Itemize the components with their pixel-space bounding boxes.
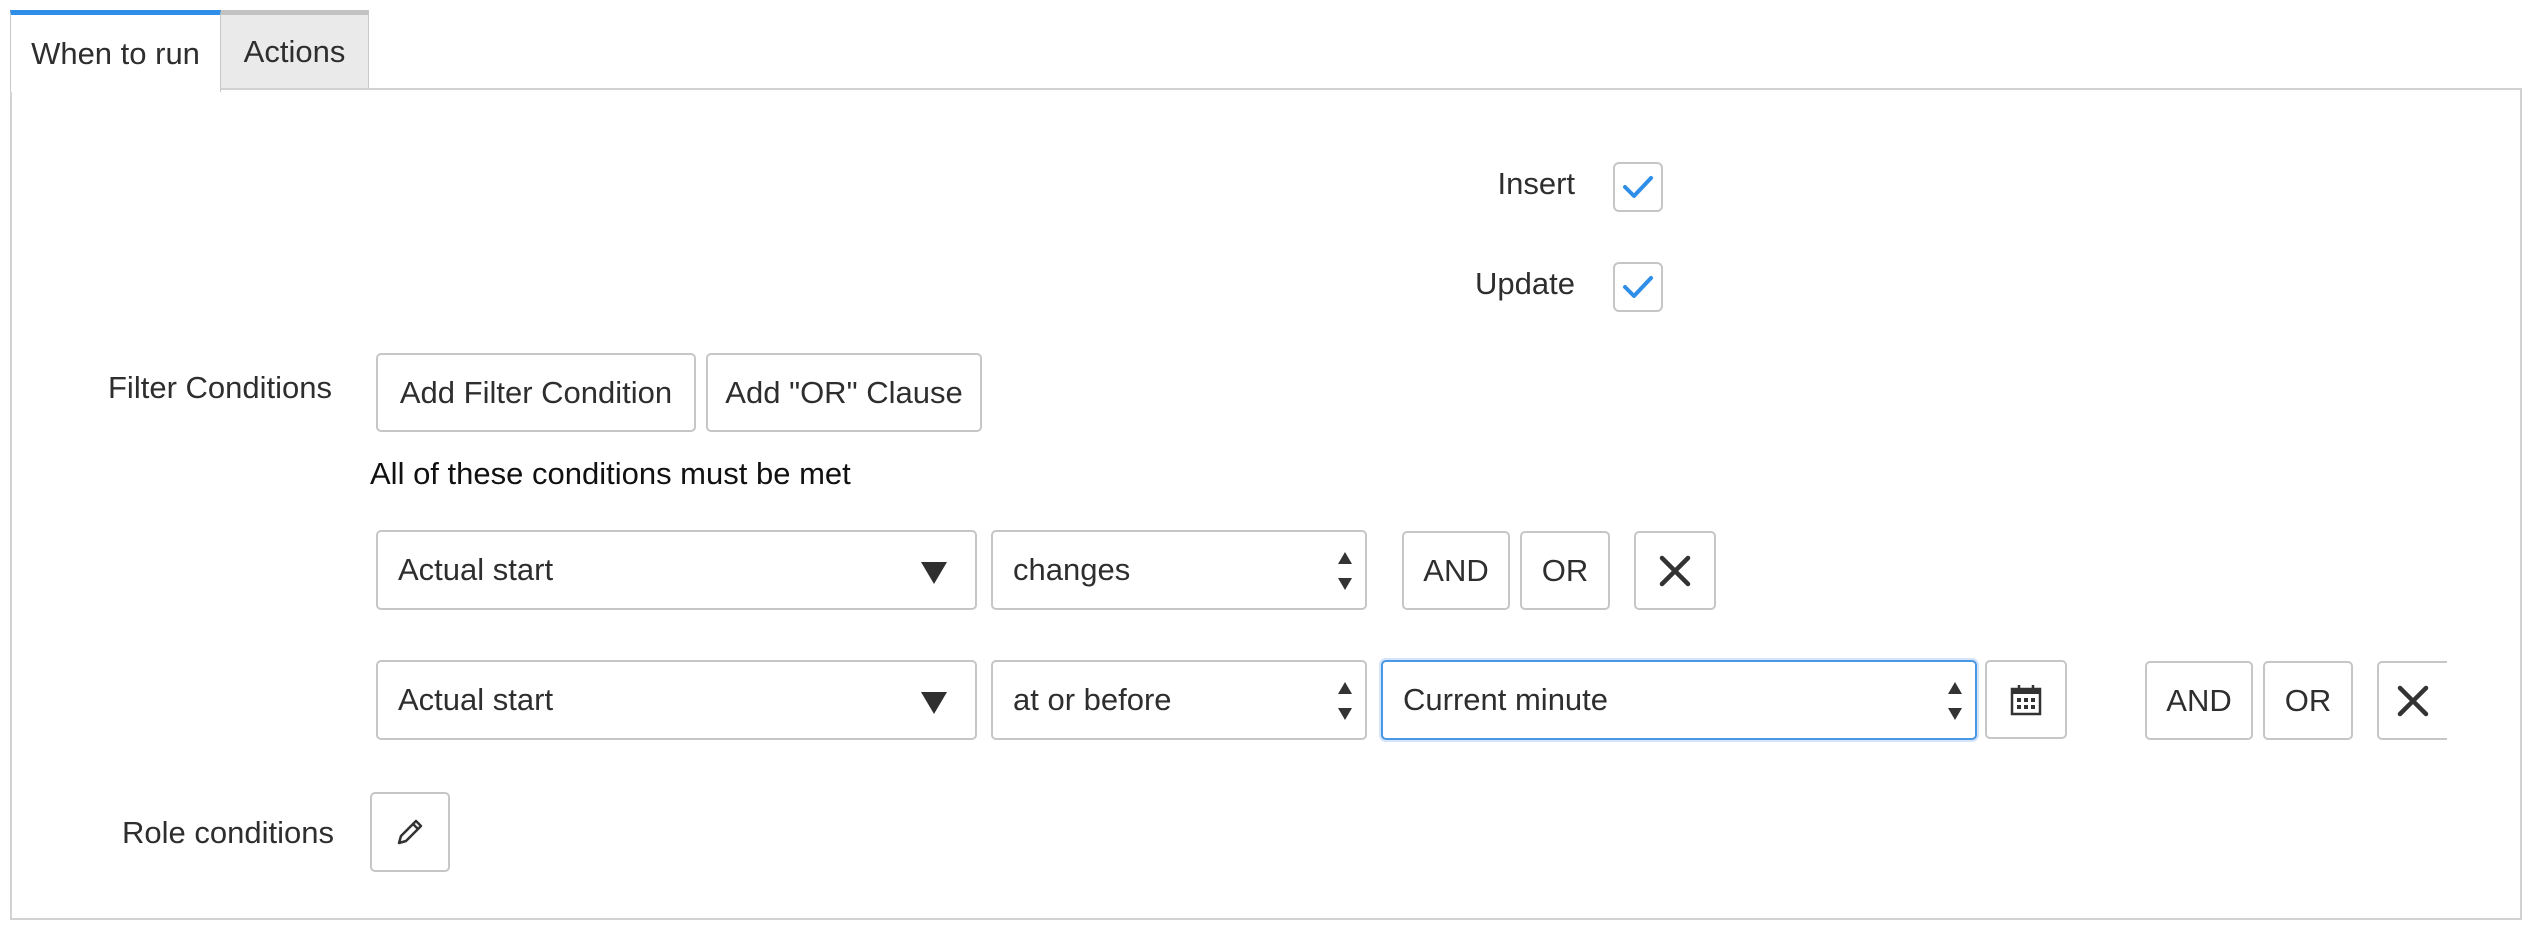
remove-condition-button[interactable] bbox=[1634, 531, 1716, 610]
tab-label: When to run bbox=[31, 35, 200, 71]
add-or-clause-button[interactable]: Add "OR" Clause bbox=[706, 353, 982, 432]
and-button[interactable]: AND bbox=[1402, 531, 1510, 610]
updown-arrows-icon bbox=[1337, 550, 1353, 592]
caret-down-icon bbox=[921, 692, 947, 714]
condition-field-select[interactable]: Actual start bbox=[376, 660, 977, 740]
condition-value-select[interactable]: Current minute bbox=[1381, 660, 1977, 740]
condition-field-select[interactable]: Actual start bbox=[376, 530, 977, 610]
conditions-summary: All of these conditions must be met bbox=[370, 456, 851, 491]
pencil-icon bbox=[397, 819, 423, 845]
condition-field-value: Actual start bbox=[398, 552, 554, 587]
condition-operator-select[interactable]: changes bbox=[991, 530, 1367, 610]
condition-operator-value: changes bbox=[1013, 552, 1131, 587]
tab-when-to-run[interactable]: When to run bbox=[10, 10, 221, 92]
updown-arrows-icon bbox=[1337, 680, 1353, 722]
add-filter-condition-button[interactable]: Add Filter Condition bbox=[376, 353, 696, 432]
role-conditions-label: Role conditions bbox=[122, 815, 334, 850]
or-button[interactable]: OR bbox=[2263, 661, 2353, 740]
updown-arrows-icon bbox=[1947, 680, 1963, 722]
update-checkbox[interactable] bbox=[1613, 262, 1663, 312]
insert-checkbox[interactable] bbox=[1613, 162, 1663, 212]
filter-conditions-label: Filter Conditions bbox=[108, 370, 332, 405]
calendar-button[interactable] bbox=[1985, 660, 2067, 739]
edit-role-conditions-button[interactable] bbox=[370, 792, 450, 872]
and-button[interactable]: AND bbox=[2145, 661, 2253, 740]
checkmark-icon bbox=[1623, 276, 1653, 298]
checkmark-icon bbox=[1623, 176, 1653, 198]
condition-field-value: Actual start bbox=[398, 682, 554, 717]
remove-condition-button[interactable] bbox=[2377, 661, 2447, 740]
calendar-icon bbox=[2010, 684, 2042, 715]
condition-operator-select[interactable]: at or before bbox=[991, 660, 1367, 740]
tab-label: Actions bbox=[243, 34, 346, 69]
condition-value-text: Current minute bbox=[1403, 682, 1609, 717]
tab-actions[interactable]: Actions bbox=[221, 10, 369, 90]
close-icon bbox=[2397, 685, 2429, 716]
insert-label: Insert bbox=[1497, 166, 1575, 201]
caret-down-icon bbox=[921, 562, 947, 584]
close-icon bbox=[1659, 555, 1691, 586]
update-label: Update bbox=[1475, 266, 1575, 301]
condition-operator-value: at or before bbox=[1013, 682, 1172, 717]
or-button[interactable]: OR bbox=[1520, 531, 1610, 610]
